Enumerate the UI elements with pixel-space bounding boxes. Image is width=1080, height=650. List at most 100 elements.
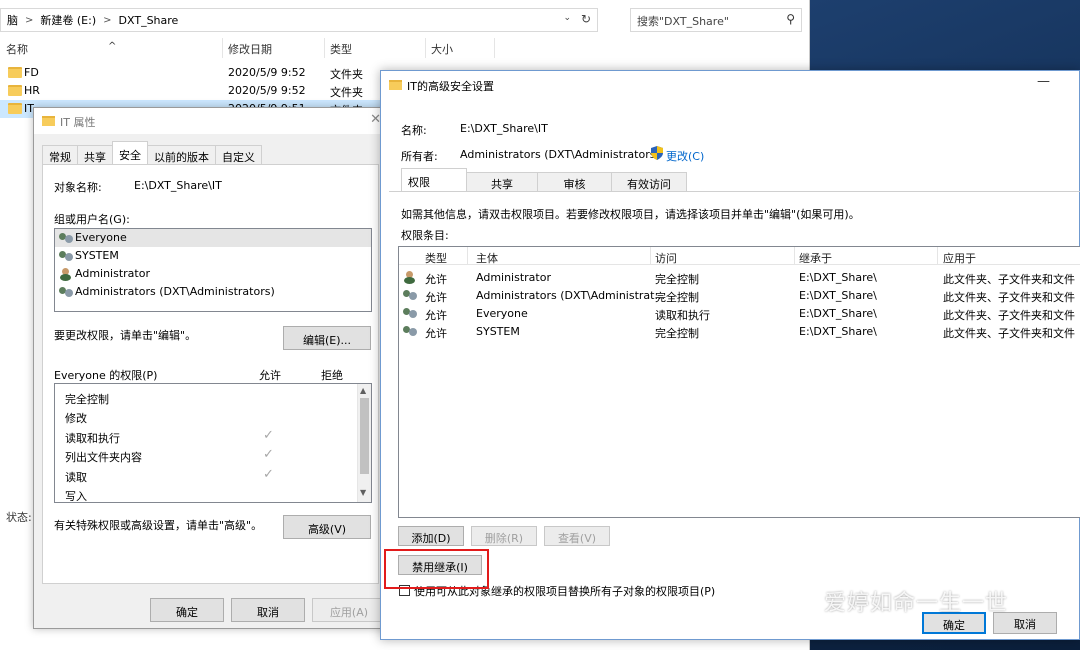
table-row[interactable]: 允许 Administrator 完全控制 E:\DXT_Share\ 此文件夹… (399, 268, 1080, 286)
wechat-icon (786, 589, 819, 613)
chevron-down-icon[interactable]: ⌄ (563, 13, 571, 23)
tab-sharing[interactable]: 共享 (466, 172, 538, 192)
column-date[interactable]: 修改日期 (228, 41, 272, 57)
tab-previous-versions[interactable]: 以前的版本 (147, 145, 216, 165)
owner-value: Administrators (DXT\Administrators) (460, 148, 660, 161)
tab-security[interactable]: 安全 (112, 141, 148, 165)
list-item-label: Administrators (DXT\Administrators) (75, 285, 275, 298)
change-hint: 要更改权限，请单击"编辑"。 (54, 329, 197, 342)
edit-button[interactable]: 编辑(E)... (283, 326, 371, 350)
list-item[interactable]: Administrator (55, 265, 371, 283)
apply-button[interactable]: 应用(A) (312, 598, 386, 622)
permission-item: 列出文件夹内容 (65, 451, 142, 464)
tab-customize[interactable]: 自定义 (215, 145, 262, 165)
change-owner-link[interactable]: 更改(C) (666, 148, 704, 164)
list-item[interactable]: Administrators (DXT\Administrators) (55, 283, 371, 301)
file-row[interactable]: FD 2020/5/9 9:52 文件夹 (0, 64, 420, 82)
add-button[interactable]: 添加(D) (398, 526, 464, 546)
dialog-titlebar[interactable]: IT的高级安全设置 — (381, 71, 1080, 99)
permission-item: 读取 (65, 471, 87, 484)
column-name[interactable]: 名称 (6, 41, 28, 57)
object-value: E:\DXT_Share\IT (134, 179, 222, 192)
tab-effective-access[interactable]: 有效访问 (611, 172, 687, 192)
column-applies-to[interactable]: 应用于 (943, 250, 976, 266)
file-type: 文件夹 (330, 86, 363, 99)
tab-general[interactable]: 常规 (42, 145, 78, 165)
column-principal[interactable]: 主体 (476, 250, 498, 266)
cell-principal: Administrators (DXT\Administrat... (476, 289, 665, 302)
group-icon (59, 250, 73, 262)
search-input[interactable]: 搜索"DXT_Share" ⚲ (630, 8, 802, 32)
dialog-title: IT的高级安全设置 (407, 80, 494, 93)
chevron-right-icon: > (25, 14, 34, 26)
sort-ascending-icon: ^ (108, 41, 117, 52)
tab-sharing[interactable]: 共享 (77, 145, 113, 165)
column-size[interactable]: 大小 (431, 41, 453, 57)
column-header: ^ 名称 修改日期 类型 大小 (0, 38, 810, 58)
highlight-box (384, 549, 489, 589)
deny-header: 拒绝 (321, 369, 343, 382)
view-button[interactable]: 查看(V) (544, 526, 610, 546)
refresh-icon[interactable]: ↻ (581, 12, 591, 26)
advanced-button[interactable]: 高级(V) (283, 515, 371, 539)
permission-item: 写入 (65, 490, 87, 503)
file-type: 文件夹 (330, 68, 363, 81)
status-bar: 状态: (6, 511, 32, 524)
object-label: 对象名称: (54, 181, 102, 194)
breadcrumb-pc[interactable]: 脑 (7, 12, 18, 28)
list-item[interactable]: SYSTEM (55, 247, 371, 265)
cell-type: 允许 (425, 291, 447, 304)
scrollbar-thumb[interactable] (360, 398, 369, 474)
permissions-list: 完全控制 修改 读取和执行 ✓ 列出文件夹内容 ✓ 读取 ✓ 写入 ▲ ▼ (54, 383, 372, 503)
table-row[interactable]: 允许 Everyone 读取和执行 E:\DXT_Share\ 此文件夹、子文件… (399, 304, 1080, 322)
column-type[interactable]: 类型 (330, 41, 352, 57)
chevron-up-icon[interactable]: ▲ (360, 386, 366, 395)
file-row[interactable]: HR 2020/5/9 9:52 文件夹 (0, 82, 420, 100)
cancel-button[interactable]: 取消 (231, 598, 305, 622)
permission-item: 读取和执行 (65, 432, 120, 445)
tab-permissions[interactable]: 权限 (401, 168, 467, 192)
chevron-down-icon[interactable]: ▼ (360, 488, 366, 497)
user-icon (59, 268, 73, 281)
watermark-text: 爱婷如命一生一世 (824, 591, 1009, 616)
cell-principal: Administrator (476, 271, 551, 284)
address-bar[interactable]: 脑 > 新建卷 (E:) > DXT_Share ⌄ ↻ (0, 8, 598, 32)
column-access[interactable]: 访问 (655, 250, 677, 266)
ok-button[interactable]: 确定 (150, 598, 224, 622)
permission-item: 完全控制 (65, 393, 109, 406)
cell-applies: 此文件夹、子文件夹和文件 (943, 309, 1075, 322)
list-item-label: SYSTEM (75, 249, 119, 262)
table-header: 类型 主体 访问 继承于 应用于 (399, 247, 1080, 265)
group-icon (403, 289, 417, 301)
table-row[interactable]: 允许 SYSTEM 完全控制 E:\DXT_Share\ 此文件夹、子文件夹和文… (399, 322, 1080, 340)
shield-icon (651, 146, 663, 160)
breadcrumb-volume[interactable]: 新建卷 (E:) (40, 12, 96, 28)
cell-type: 允许 (425, 273, 447, 286)
cell-access: 完全控制 (655, 291, 699, 304)
dialog-titlebar[interactable]: IT 属性 ✕ (34, 108, 387, 134)
column-type[interactable]: 类型 (425, 250, 447, 266)
file-name: HR (24, 84, 40, 97)
tab-auditing[interactable]: 审核 (537, 172, 612, 192)
cell-access: 读取和执行 (655, 309, 710, 322)
breadcrumb-share[interactable]: DXT_Share (119, 14, 179, 27)
minimize-icon[interactable]: — (1037, 74, 1050, 89)
entries-label: 权限条目: (401, 229, 449, 242)
file-name: FD (24, 66, 39, 79)
allow-header: 允许 (259, 369, 281, 382)
column-inherited-from[interactable]: 继承于 (799, 250, 832, 266)
folder-icon (8, 67, 22, 78)
remove-button[interactable]: 删除(R) (471, 526, 537, 546)
scrollbar[interactable]: ▲ ▼ (357, 384, 371, 502)
folder-icon (8, 85, 22, 96)
permission-item: 修改 (65, 412, 87, 425)
permissions-header: Everyone 的权限(P) (54, 369, 158, 382)
name-label: 名称: (401, 124, 427, 137)
list-item[interactable]: Everyone (55, 229, 371, 247)
file-date: 2020/5/9 9:52 (228, 66, 306, 79)
cell-principal: SYSTEM (476, 325, 520, 338)
advanced-hint: 有关特殊权限或高级设置，请单击"高级"。 (54, 519, 263, 532)
table-row[interactable]: 允许 Administrators (DXT\Administrat... 完全… (399, 286, 1080, 304)
cell-inherited: E:\DXT_Share\ (799, 289, 877, 302)
dialog-title: IT 属性 (60, 116, 96, 129)
